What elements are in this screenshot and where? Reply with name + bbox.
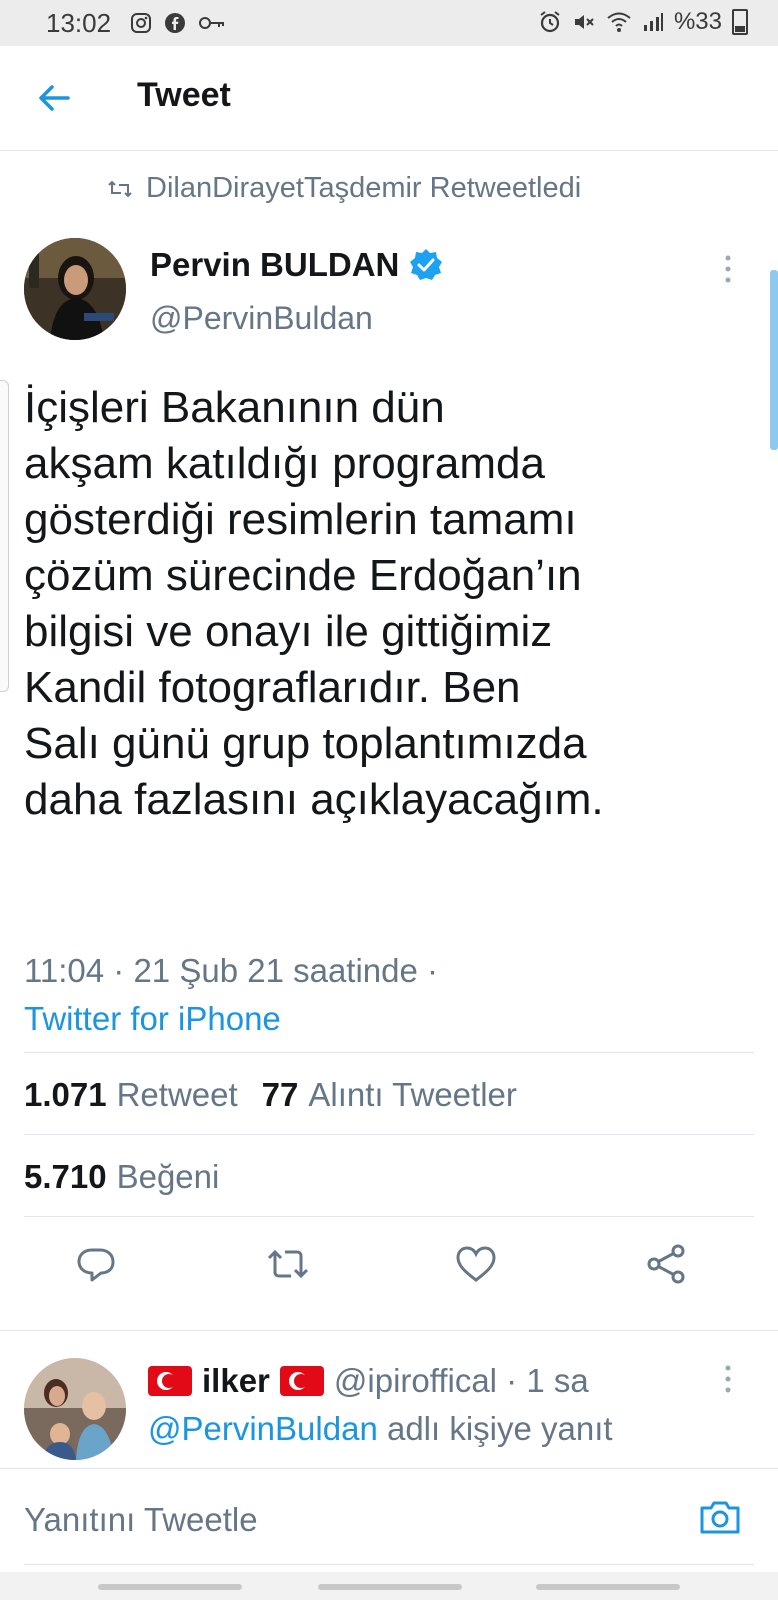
alarm-icon xyxy=(540,11,560,33)
nav-recent-button[interactable] xyxy=(98,1584,242,1590)
tweet-source-link[interactable]: Twitter for iPhone xyxy=(24,1000,281,1038)
author-handle[interactable]: @PervinBuldan xyxy=(150,300,373,337)
retweet-action-icon[interactable] xyxy=(264,1240,312,1288)
wifi-icon xyxy=(607,12,631,32)
reply-context-text: adlı kişiye yanıt xyxy=(377,1410,613,1447)
reply-avatar-image xyxy=(24,1358,126,1460)
share-icon[interactable] xyxy=(642,1240,690,1288)
verified-badge-icon xyxy=(410,249,443,280)
retweet-count: 1.071 xyxy=(24,1076,107,1113)
avatar-image xyxy=(24,238,126,340)
reply-author-name: ilker xyxy=(202,1362,270,1399)
like-count: 5.710 xyxy=(24,1158,107,1195)
key-icon xyxy=(199,17,224,29)
reply-avatar[interactable] xyxy=(24,1358,126,1460)
scrollbar[interactable] xyxy=(770,270,778,450)
author-avatar[interactable] xyxy=(24,238,126,340)
reply-mention-link[interactable]: @PervinBuldan xyxy=(148,1410,378,1447)
mute-icon xyxy=(574,15,594,29)
divider xyxy=(24,1216,754,1217)
battery-percent: %33 xyxy=(673,8,722,35)
retweet-icon xyxy=(108,180,132,197)
reply-header[interactable]: ilker @ipiroffical · 1 sa xyxy=(148,1362,589,1400)
edge-panel-handle[interactable] xyxy=(0,380,9,692)
quote-count: 77 xyxy=(261,1076,299,1113)
status-right-icons: %33 xyxy=(538,8,748,36)
reply-separator xyxy=(0,1330,778,1331)
quote-count-label: Alıntı Tweetler xyxy=(308,1076,517,1113)
reply-composer[interactable]: Yanıtını Tweetle xyxy=(0,1468,778,1573)
retweet-count-label: Retweet xyxy=(116,1076,238,1113)
reply-handle-time: @ipiroffical · 1 sa xyxy=(333,1362,589,1399)
turkey-flag-icon xyxy=(279,1366,324,1396)
status-bar: 13:02 %33 xyxy=(0,0,778,46)
battery-icon xyxy=(732,9,748,35)
like-stats[interactable]: 5.710 Beğeni xyxy=(24,1158,219,1196)
camera-icon[interactable] xyxy=(698,1497,742,1537)
composer-underline xyxy=(24,1564,754,1565)
divider xyxy=(24,1134,754,1135)
tweet-text: İçişleri Bakanının dün akşam katıldığı p… xyxy=(24,383,604,824)
retweet-context-text: DilanDirayetTaşdemir Retweetledi xyxy=(146,172,582,204)
tweet-actions xyxy=(0,1240,778,1310)
top-header: Tweet xyxy=(0,46,778,151)
retweet-context[interactable]: DilanDirayetTaşdemir Retweetledi xyxy=(108,172,581,205)
reply-icon[interactable] xyxy=(72,1240,120,1288)
system-nav-bar xyxy=(0,1572,778,1600)
instagram-icon xyxy=(131,13,151,33)
facebook-icon xyxy=(165,13,185,33)
reply-input[interactable]: Yanıtını Tweetle xyxy=(24,1501,258,1539)
more-options-icon[interactable] xyxy=(724,255,732,283)
retweet-quote-stats[interactable]: 1.071 Retweet 77 Alıntı Tweetler xyxy=(24,1076,517,1114)
status-time: 13:02 xyxy=(46,8,112,38)
author-name[interactable]: Pervin BULDAN xyxy=(150,246,443,284)
back-arrow-icon[interactable] xyxy=(32,76,76,120)
tweet-timestamp: 11:04 · 21 Şub 21 saatinde · xyxy=(24,952,439,989)
reply-more-options-icon[interactable] xyxy=(724,1365,732,1393)
divider xyxy=(24,1052,754,1053)
like-count-label: Beğeni xyxy=(116,1158,220,1195)
nav-back-button[interactable] xyxy=(536,1584,680,1590)
status-left-icons xyxy=(130,8,226,34)
nav-home-button[interactable] xyxy=(318,1584,462,1590)
page-title: Tweet xyxy=(137,76,231,114)
turkey-flag-icon xyxy=(148,1366,192,1396)
reply-context: @PervinBuldan adlı kişiye yanıt xyxy=(148,1410,613,1448)
signal-icon xyxy=(643,13,663,31)
author-name-text: Pervin BULDAN xyxy=(150,246,400,283)
like-icon[interactable] xyxy=(452,1240,500,1288)
